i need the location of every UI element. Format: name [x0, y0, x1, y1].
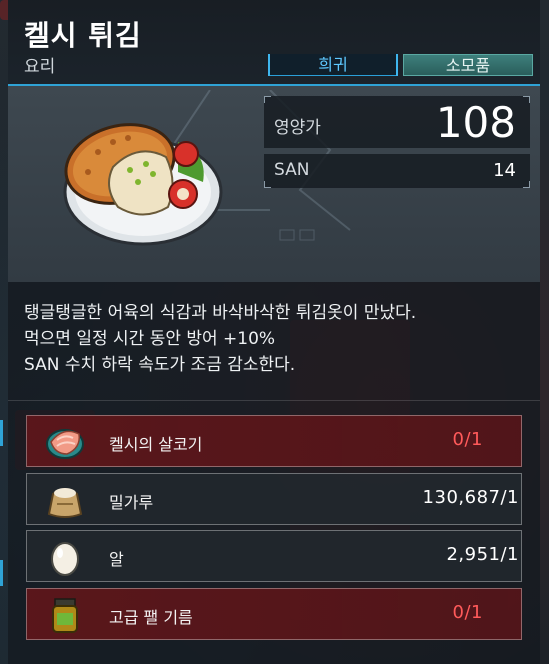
san-label: SAN	[274, 160, 310, 180]
ingredient-name: 알	[109, 550, 124, 569]
ingredient-row-premium-pal-oil[interactable]: 고급 팰 기름 0/1	[26, 588, 522, 640]
description-line: SAN 수치 하락 속도가 조금 감소한다.	[24, 355, 296, 375]
item-description: 탱글탱글한 어육의 식감과 바삭바삭한 튀김옷이 만났다. 먹으면 일정 시간 …	[24, 300, 524, 378]
nutrition-value: 108	[435, 98, 516, 147]
ingredients-divider	[8, 400, 540, 401]
ingredient-count: 0/1	[452, 429, 483, 450]
ingredient-count: 130,687/1	[422, 487, 519, 508]
fried-fish-dish-icon	[63, 123, 223, 246]
nutrition-label: 영양가	[274, 118, 321, 138]
corner-bracket	[523, 181, 530, 188]
ingredient-name: 밀가루	[109, 493, 154, 512]
edge-marker	[0, 420, 3, 446]
item-category: 요리	[24, 57, 56, 77]
san-value: 14	[493, 160, 516, 181]
ingredient-name: 켈시의 살코기	[109, 435, 203, 454]
type-tag: 소모품	[403, 54, 533, 76]
ingredient-row-egg[interactable]: 알 2,951/1	[26, 530, 522, 582]
corner-bracket	[264, 181, 271, 188]
corner-bracket	[264, 96, 271, 103]
nutrition-stat: 영양가 108	[264, 96, 530, 148]
ingredient-row-flour[interactable]: 밀가루 130,687/1	[26, 473, 522, 525]
oil-jar-icon	[52, 598, 78, 633]
corner-bracket	[523, 96, 530, 103]
egg-icon	[51, 542, 79, 576]
ingredient-count: 2,951/1	[446, 544, 519, 565]
description-line: 먹으면 일정 시간 동안 방어 +10%	[24, 329, 276, 349]
description-line: 탱글탱글한 어육의 식감과 바삭바삭한 튀김옷이 만났다.	[24, 303, 417, 323]
flour-sack-icon	[47, 488, 83, 518]
item-title: 켈시 튀김	[24, 19, 142, 52]
ingredient-count: 0/1	[452, 602, 483, 623]
edge-marker	[0, 560, 3, 586]
rarity-tag: 희귀	[268, 54, 398, 76]
ingredient-row-kelsey-meat[interactable]: 켈시의 살코기 0/1	[26, 415, 522, 467]
ingredient-name: 고급 팰 기름	[109, 608, 193, 627]
san-stat: SAN 14	[264, 154, 530, 188]
fish-meat-icon	[46, 429, 84, 459]
